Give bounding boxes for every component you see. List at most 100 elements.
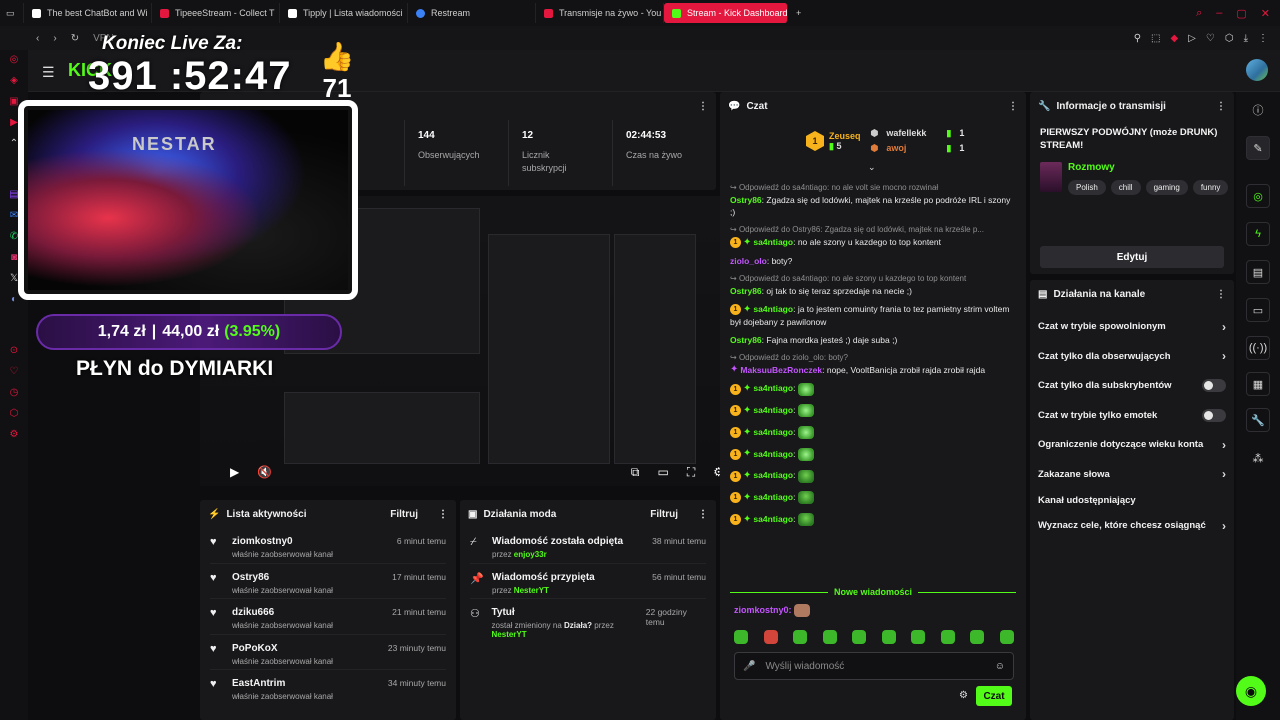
- emote-icon[interactable]: [911, 630, 926, 644]
- broadcast-icon[interactable]: ((·)): [1246, 336, 1270, 360]
- instagram-icon[interactable]: ◙: [11, 252, 17, 263]
- close-icon[interactable]: ✕: [1261, 7, 1270, 20]
- activity-user[interactable]: EastAntrim: [232, 678, 333, 689]
- play-icon[interactable]: ▶: [230, 465, 239, 479]
- tag[interactable]: Polish: [1068, 180, 1106, 195]
- player-icon[interactable]: ⊙: [10, 345, 18, 356]
- emote-icon[interactable]: [999, 630, 1014, 644]
- theater-icon[interactable]: ▭: [657, 465, 668, 480]
- tag[interactable]: funny: [1192, 180, 1229, 195]
- more-options-icon[interactable]: ⋮: [1008, 101, 1018, 112]
- option-account-age[interactable]: Ograniczenie dotyczące wieku konta ›: [1030, 430, 1234, 460]
- chat-username[interactable]: sa4ntiago: [753, 449, 793, 459]
- tab-youtube[interactable]: Transmisje na żywo - You: [536, 3, 664, 23]
- emote-icon[interactable]: [852, 630, 867, 644]
- chat-username[interactable]: sa4ntiago: [753, 383, 793, 393]
- category-thumbnail[interactable]: [1040, 162, 1062, 192]
- fullscreen-icon[interactable]: ⛶: [687, 465, 695, 480]
- top-gifter-name[interactable]: wafellekk: [886, 128, 938, 139]
- avatar[interactable]: [1246, 59, 1268, 81]
- more-options-icon[interactable]: ⋮: [1216, 289, 1226, 300]
- mute-icon[interactable]: 🔇: [257, 465, 272, 479]
- chat-username[interactable]: sa4ntiago: [753, 492, 793, 502]
- wrench-icon[interactable]: 🔧: [1246, 408, 1270, 432]
- minimize-icon[interactable]: –: [1216, 7, 1222, 20]
- help-icon[interactable]: ◉: [1236, 676, 1266, 706]
- tab-tipply[interactable]: Tipply | Lista wiadomości: [280, 3, 408, 23]
- emote-only-toggle[interactable]: [1202, 408, 1226, 422]
- mod-action-user[interactable]: NesterYT: [514, 586, 549, 595]
- tab-tipeeestream[interactable]: TipeeeStream - Collect T: [152, 3, 280, 23]
- top-gifter-name[interactable]: awoj: [886, 143, 938, 154]
- search-icon[interactable]: ⌕: [1196, 7, 1202, 20]
- option-slow-mode[interactable]: Czat w trybie spowolnionym ›: [1030, 312, 1234, 342]
- x-icon[interactable]: 𝕏: [10, 273, 18, 284]
- apps-icon[interactable]: ⁂: [1246, 446, 1270, 470]
- cube-icon[interactable]: ⬡: [10, 408, 19, 419]
- chat-username[interactable]: Ostry86: [730, 286, 762, 296]
- emote-icon[interactable]: [763, 630, 778, 644]
- messenger-icon[interactable]: ✉: [10, 210, 18, 221]
- heart-icon[interactable]: ♡: [1206, 33, 1215, 44]
- layout-icon[interactable]: ▦: [1246, 372, 1270, 396]
- shield-icon[interactable]: ◆: [1170, 33, 1178, 44]
- settings-icon[interactable]: ⚙: [10, 429, 19, 440]
- gx-control-icon[interactable]: ◎: [10, 54, 19, 65]
- chat-bubble-icon[interactable]: ▭: [1246, 298, 1270, 322]
- maximize-icon[interactable]: ▢: [1236, 7, 1246, 20]
- option-goals[interactable]: Wyznacz cele, które chcesz osiągnąć ›: [1030, 511, 1234, 541]
- heart-icon[interactable]: ♡: [10, 366, 19, 377]
- tag[interactable]: gaming: [1145, 180, 1188, 195]
- chat-username[interactable]: sa4ntiago: [753, 237, 793, 247]
- download-icon[interactable]: ⤓: [1244, 33, 1248, 44]
- subscribers-only-toggle[interactable]: [1202, 379, 1226, 393]
- mod-action-user[interactable]: NesterYT: [492, 630, 527, 639]
- activity-user[interactable]: Ostry86: [232, 572, 333, 583]
- bag-icon[interactable]: ◈: [10, 75, 18, 86]
- category-name[interactable]: Rozmowy: [1068, 162, 1233, 173]
- option-hosting[interactable]: Kanał udostępniający: [1030, 489, 1234, 511]
- chat-username[interactable]: sa4ntiago: [753, 427, 793, 437]
- top-gifter-name[interactable]: Zeuseq: [829, 131, 861, 141]
- mod-action-user[interactable]: enjoy33r: [514, 550, 547, 559]
- pin-icon[interactable]: ⚲: [1134, 33, 1141, 44]
- video-icon[interactable]: ▣: [9, 96, 18, 107]
- emote-icon[interactable]: [822, 630, 837, 644]
- chat-input[interactable]: 🎤 Wyślij wiadomość ☺: [734, 652, 1014, 680]
- expand-chevron-icon[interactable]: ⌄: [868, 162, 876, 173]
- option-banned-words[interactable]: Zakazane słowa ›: [1030, 460, 1234, 490]
- new-messages-divider[interactable]: Nowe wiadomości: [730, 586, 1016, 598]
- kick-icon[interactable]: ⌃: [10, 138, 18, 149]
- more-options-icon[interactable]: ⋮: [698, 509, 708, 520]
- chat-username[interactable]: MaksuuBezRonczek: [740, 365, 822, 375]
- emote-icon[interactable]: [734, 630, 748, 644]
- tab-chatbot[interactable]: The best ChatBot and Wi: [24, 3, 152, 23]
- emote-icon[interactable]: [881, 630, 896, 644]
- screenshot-icon[interactable]: ⬚: [1151, 33, 1160, 44]
- chat-username[interactable]: sa4ntiago: [753, 304, 793, 314]
- info-icon[interactable]: ⓘ: [1246, 98, 1270, 122]
- activity-user[interactable]: dziku666: [232, 607, 333, 618]
- mod-filter-button[interactable]: Filtruj: [650, 509, 678, 520]
- tag[interactable]: chill: [1110, 180, 1141, 195]
- send-chat-button[interactable]: Czat: [976, 686, 1012, 706]
- history-icon[interactable]: ◷: [10, 387, 19, 398]
- forward-icon[interactable]: ›: [53, 33, 56, 44]
- discord-icon[interactable]: ◐: [11, 294, 17, 305]
- activity-filter-button[interactable]: Filtruj: [390, 509, 418, 520]
- activity-user[interactable]: ziomkostny0: [232, 536, 333, 547]
- chat-username[interactable]: ziomkostny0: [734, 605, 789, 615]
- pip-icon[interactable]: ⧉: [631, 465, 640, 480]
- bolt-icon[interactable]: ϟ: [1246, 222, 1270, 246]
- emoji-icon[interactable]: ☺: [995, 661, 1005, 672]
- emote-icon[interactable]: [940, 630, 955, 644]
- more-options-icon[interactable]: ⋮: [698, 101, 708, 112]
- reload-icon[interactable]: ↻: [71, 33, 79, 44]
- more-options-icon[interactable]: ⋮: [438, 509, 448, 520]
- option-followers-only[interactable]: Czat tylko dla obserwujących ›: [1030, 342, 1234, 372]
- play-icon[interactable]: ▷: [1188, 33, 1196, 44]
- chat-username[interactable]: Ostry86: [730, 195, 762, 205]
- menu-icon[interactable]: ⋮: [1258, 33, 1268, 44]
- back-icon[interactable]: ‹: [36, 33, 39, 44]
- chat-settings-icon[interactable]: ⚙: [959, 690, 968, 701]
